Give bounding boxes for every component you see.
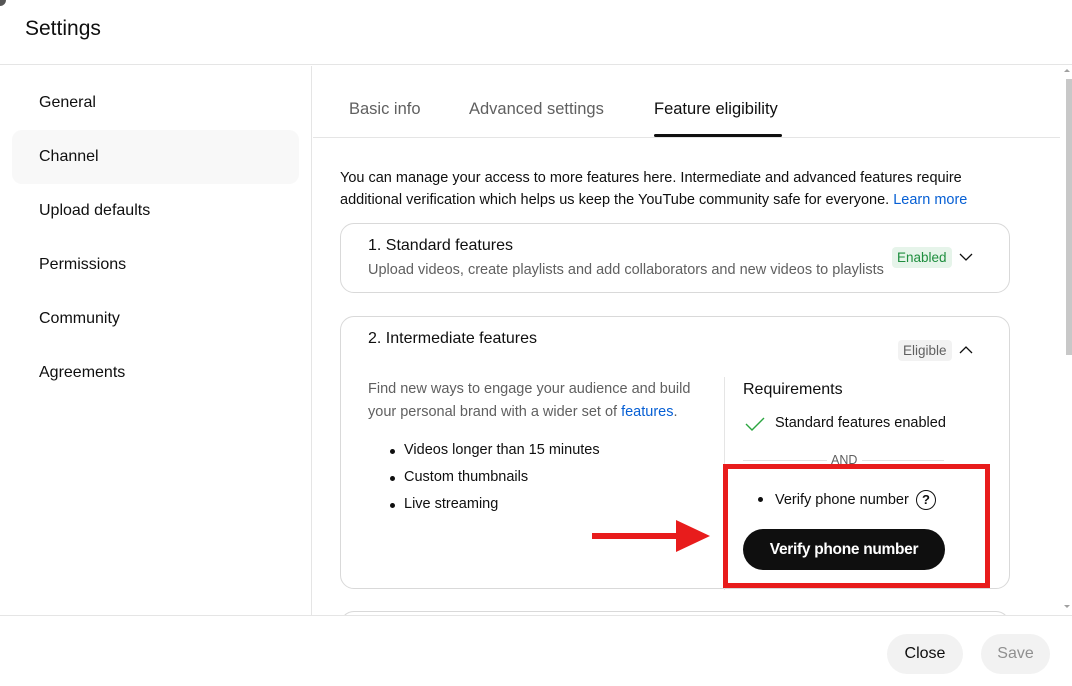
intermediate-features-card: 2. Intermediate features Eligible Find n… xyxy=(340,316,1010,590)
feature-item: Custom thumbnails xyxy=(390,464,600,491)
scroll-up-arrow-icon[interactable] xyxy=(1064,69,1070,72)
checkmark-icon xyxy=(745,417,765,431)
sidebar-item-permissions[interactable]: Permissions xyxy=(12,238,299,292)
feature-list: Videos longer than 15 minutes Custom thu… xyxy=(390,437,600,518)
intro-body: You can manage your access to more featu… xyxy=(340,170,962,208)
separator-line-right xyxy=(862,460,944,461)
requirement-pending: Verify phone number xyxy=(775,492,909,508)
chevron-up-icon[interactable] xyxy=(958,342,974,358)
save-button[interactable]: Save xyxy=(981,634,1050,674)
requirement-met: Standard features enabled xyxy=(775,415,946,431)
sidebar-item-channel[interactable]: Channel xyxy=(12,130,299,184)
scrollbar-thumb[interactable] xyxy=(1066,79,1072,355)
sidebar-item-upload-defaults[interactable]: Upload defaults xyxy=(12,184,299,238)
requirements-divider xyxy=(724,377,725,590)
sidebar-item-community[interactable]: Community xyxy=(12,292,299,346)
separator-line-left xyxy=(743,460,827,461)
help-icon[interactable]: ? xyxy=(916,490,936,510)
enabled-badge: Enabled xyxy=(892,247,952,268)
scroll-down-arrow-icon[interactable] xyxy=(1064,605,1070,608)
verify-phone-button[interactable]: Verify phone number xyxy=(743,529,945,570)
close-button[interactable]: Close xyxy=(887,634,963,674)
standard-features-subtitle: Upload videos, create playlists and add … xyxy=(368,262,884,278)
features-link[interactable]: features xyxy=(621,404,673,420)
dialog-title: Settings xyxy=(25,17,101,40)
settings-sidebar: General Channel Upload defaults Permissi… xyxy=(0,66,312,615)
tab-basic-info[interactable]: Basic info xyxy=(349,100,421,119)
settings-content: Basic info Advanced settings Feature eli… xyxy=(313,66,1060,615)
bullet-icon xyxy=(758,497,763,502)
tab-feature-eligibility[interactable]: Feature eligibility xyxy=(654,100,778,119)
active-tab-indicator xyxy=(654,134,782,137)
dialog-footer: Close Save xyxy=(0,615,1072,686)
standard-features-title: 1. Standard features xyxy=(368,237,513,254)
sidebar-item-general[interactable]: General xyxy=(12,76,299,130)
feature-item: Videos longer than 15 minutes xyxy=(390,437,600,464)
content-scrollbar[interactable] xyxy=(1061,66,1072,615)
tab-advanced-settings[interactable]: Advanced settings xyxy=(469,100,604,119)
feature-item: Live streaming xyxy=(390,491,600,518)
requirements-title: Requirements xyxy=(743,381,843,398)
settings-dialog: Settings General Channel Upload defaults… xyxy=(0,0,1072,686)
sidebar-item-agreements[interactable]: Agreements xyxy=(12,346,299,400)
learn-more-link[interactable]: Learn more xyxy=(893,192,967,208)
intro-text: You can manage your access to more featu… xyxy=(340,167,1020,211)
standard-features-card[interactable]: 1. Standard features Upload videos, crea… xyxy=(340,223,1010,293)
intermediate-description: Find new ways to engage your audience an… xyxy=(368,378,698,424)
chevron-down-icon[interactable] xyxy=(958,249,974,265)
intermediate-features-title: 2. Intermediate features xyxy=(368,330,537,347)
eligible-badge: Eligible xyxy=(898,340,952,361)
and-separator: AND xyxy=(831,453,858,467)
tab-bar: Basic info Advanced settings Feature eli… xyxy=(313,66,1060,138)
description-end: . xyxy=(673,404,678,420)
dialog-header: Settings xyxy=(0,0,1072,65)
